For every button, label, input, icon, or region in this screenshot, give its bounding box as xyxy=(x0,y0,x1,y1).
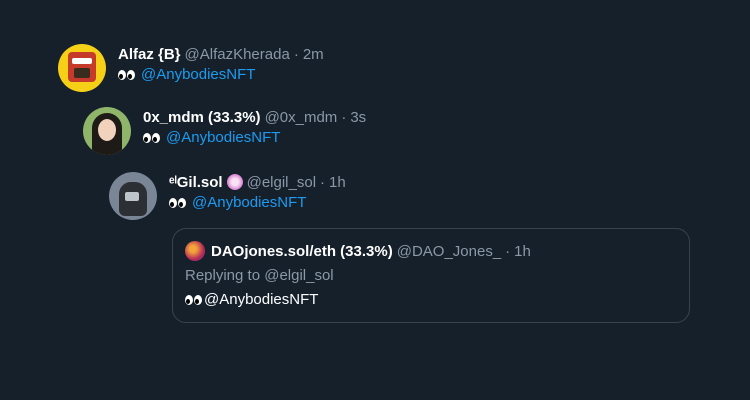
tweet-content: 0x_mdm (33.3%) @0x_mdm · 3s @AnybodiesNF… xyxy=(143,107,366,146)
tweet-header: ᵉˡGil.sol @elgil_sol · 1h xyxy=(169,172,346,192)
camera-icon xyxy=(125,192,139,201)
separator-dot: · xyxy=(320,173,326,191)
tweet-content: Alfaz {B} @AlfazKherada · 2m @AnybodiesN… xyxy=(118,44,324,83)
quoted-mention: @AnybodiesNFT xyxy=(204,291,319,308)
display-name[interactable]: Alfaz {B} xyxy=(118,46,181,63)
user-handle[interactable]: @0x_mdm xyxy=(265,109,338,126)
user-handle[interactable]: @AlfazKherada xyxy=(185,46,290,63)
quoted-tweet-header: DAOjones.sol/eth (33.3%) @DAO_Jones_ · 1… xyxy=(185,241,531,261)
timestamp[interactable]: 1h xyxy=(329,174,346,191)
tweet-text: @AnybodiesNFT xyxy=(143,129,366,146)
quoted-display-name[interactable]: DAOjones.sol/eth (33.3%) xyxy=(211,243,393,260)
mention-link[interactable]: @AnybodiesNFT xyxy=(192,194,306,211)
separator-dot: · xyxy=(293,45,299,63)
display-name[interactable]: 0x_mdm (33.3%) xyxy=(143,109,261,126)
eyes-emoji-icon xyxy=(118,69,135,80)
robot-avatar-image xyxy=(68,52,96,82)
eyes-emoji-icon xyxy=(169,197,186,208)
tweet-text: @AnybodiesNFT xyxy=(169,194,346,211)
display-name[interactable]: ᵉˡGil.sol xyxy=(169,174,223,191)
user-handle[interactable]: @elgil_sol xyxy=(247,174,316,191)
tweet-header: 0x_mdm (33.3%) @0x_mdm · 3s xyxy=(143,107,366,127)
avatar[interactable] xyxy=(83,107,131,155)
quoted-tweet[interactable]: DAOjones.sol/eth (33.3%) @DAO_Jones_ · 1… xyxy=(172,228,690,323)
mention-link[interactable]: @AnybodiesNFT xyxy=(166,129,280,146)
timestamp[interactable]: 2m xyxy=(303,46,324,63)
timestamp[interactable]: 3s xyxy=(350,109,366,126)
tweet-elgil[interactable]: ᵉˡGil.sol @elgil_sol · 1h @AnybodiesNFT xyxy=(109,172,346,220)
avatar[interactable] xyxy=(58,44,106,92)
tweet-0x-mdm[interactable]: 0x_mdm (33.3%) @0x_mdm · 3s @AnybodiesNF… xyxy=(83,107,366,155)
tweet-text: @AnybodiesNFT xyxy=(118,66,324,83)
avatar-face xyxy=(98,119,116,141)
eyes-emoji-icon xyxy=(185,294,202,305)
quoted-avatar[interactable] xyxy=(185,241,205,261)
flower-badge-icon xyxy=(226,174,243,190)
replying-to-label: Replying to @elgil_sol xyxy=(185,267,334,284)
tweet-alfaz[interactable]: Alfaz {B} @AlfazKherada · 2m @AnybodiesN… xyxy=(58,44,324,92)
separator-dot: · xyxy=(341,108,347,126)
quoted-tweet-text: @AnybodiesNFT xyxy=(185,291,318,308)
quoted-timestamp[interactable]: 1h xyxy=(514,243,531,260)
separator-dot: · xyxy=(505,242,511,260)
avatar[interactable] xyxy=(109,172,157,220)
eyes-emoji-icon xyxy=(143,132,160,143)
tweet-header: Alfaz {B} @AlfazKherada · 2m xyxy=(118,44,324,64)
tweet-content: ᵉˡGil.sol @elgil_sol · 1h @AnybodiesNFT xyxy=(169,172,346,211)
mention-link[interactable]: @AnybodiesNFT xyxy=(141,66,255,83)
quoted-user-handle[interactable]: @DAO_Jones_ xyxy=(397,243,501,260)
